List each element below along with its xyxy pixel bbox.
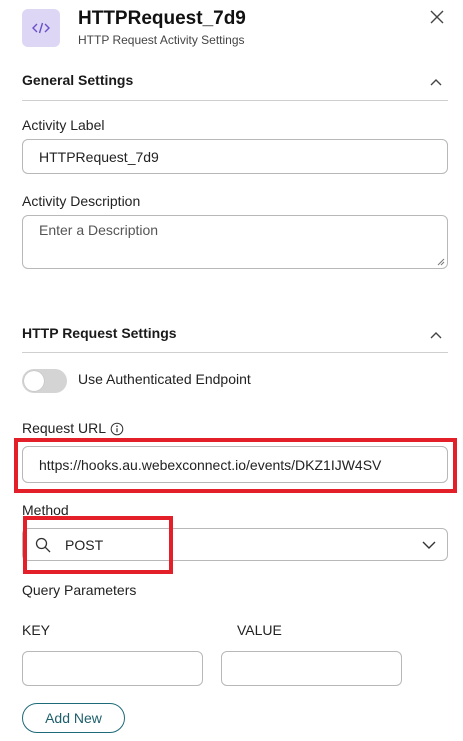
method-label: Method xyxy=(22,502,69,518)
section-divider xyxy=(22,352,448,353)
http-settings-collapse-button[interactable] xyxy=(428,327,444,343)
method-select-value: POST xyxy=(65,537,104,553)
search-icon xyxy=(35,537,51,553)
activity-label-input[interactable]: HTTPRequest_7d9 xyxy=(22,139,448,174)
key-column-header: KEY xyxy=(22,622,51,638)
activity-description-label: Activity Description xyxy=(22,193,141,209)
query-key-input[interactable] xyxy=(22,651,203,686)
resize-grip-icon[interactable] xyxy=(437,258,445,266)
activity-label-label: Activity Label xyxy=(22,117,105,133)
section-divider xyxy=(22,100,448,101)
request-url-label: Request URL xyxy=(22,420,107,436)
page-title: HTTPRequest_7d9 xyxy=(78,8,246,29)
activity-description-textarea[interactable]: Enter a Description xyxy=(22,215,448,269)
http-settings-title: HTTP Request Settings xyxy=(22,325,177,341)
toggle-knob xyxy=(24,371,44,391)
general-settings-collapse-button[interactable] xyxy=(428,74,444,90)
info-icon[interactable] xyxy=(110,422,124,436)
query-parameters-label: Query Parameters xyxy=(22,582,137,598)
authenticated-endpoint-toggle[interactable] xyxy=(22,369,67,393)
value-column-header: VALUE xyxy=(237,622,282,638)
method-select[interactable]: POST xyxy=(22,528,448,561)
code-icon xyxy=(22,9,60,47)
chevron-up-icon[interactable] xyxy=(430,78,442,86)
chevron-down-icon[interactable] xyxy=(421,537,437,553)
authenticated-endpoint-label: Use Authenticated Endpoint xyxy=(78,371,251,387)
activity-description-placeholder: Enter a Description xyxy=(39,222,159,238)
close-button[interactable] xyxy=(427,7,447,27)
add-new-button[interactable]: Add New xyxy=(22,703,125,733)
page-subtitle: HTTP Request Activity Settings xyxy=(78,33,245,47)
query-value-input[interactable] xyxy=(221,651,402,686)
request-url-input[interactable]: https://hooks.au.webexconnect.io/events/… xyxy=(22,446,448,483)
close-icon[interactable] xyxy=(430,10,444,24)
chevron-up-icon[interactable] xyxy=(430,331,442,339)
general-settings-title: General Settings xyxy=(22,72,134,88)
